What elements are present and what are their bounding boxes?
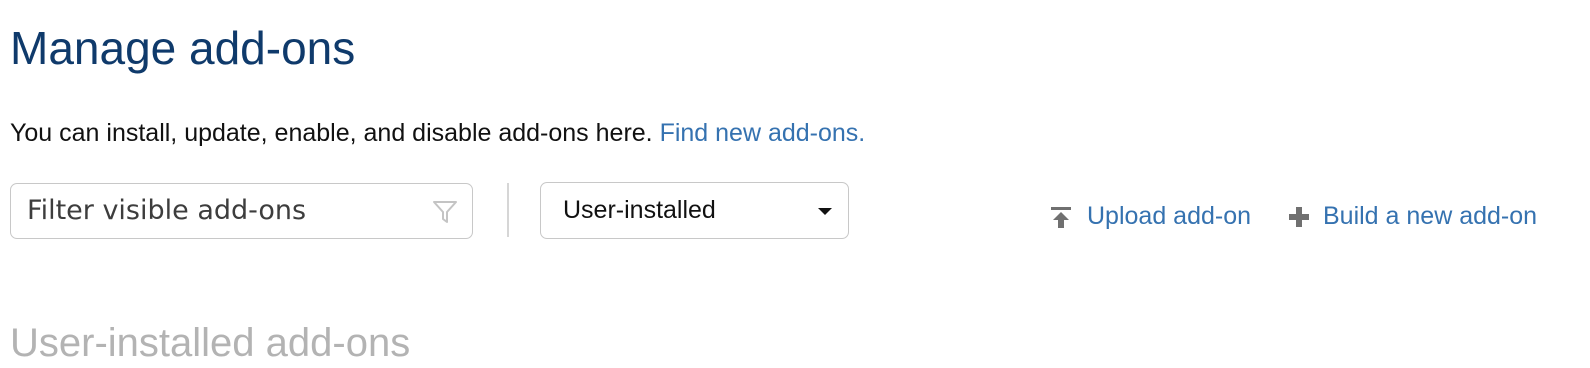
toolbar-divider [507,183,509,237]
upload-icon [1049,204,1073,228]
filter-input[interactable] [27,184,422,237]
filter-box[interactable] [10,183,473,239]
intro-paragraph: You can install, update, enable, and dis… [10,117,865,149]
section-heading: User-installed add-ons [10,321,411,365]
build-addon-label: Build a new add-on [1323,202,1538,230]
intro-text: You can install, update, enable, and dis… [10,119,653,147]
page-title: Manage add-ons [10,22,356,74]
chevron-down-icon [818,208,832,215]
build-addon-link[interactable]: Build a new add-on [1287,199,1577,233]
upload-addon-link[interactable]: Upload add-on [1049,199,1274,233]
upload-addon-label: Upload add-on [1087,202,1252,230]
addon-type-select[interactable]: User-installed [540,182,849,239]
plus-icon [1287,204,1311,228]
find-new-addons-link[interactable]: Find new add-ons. [660,119,866,147]
select-value: User-installed [563,196,716,224]
filter-icon [432,199,458,225]
